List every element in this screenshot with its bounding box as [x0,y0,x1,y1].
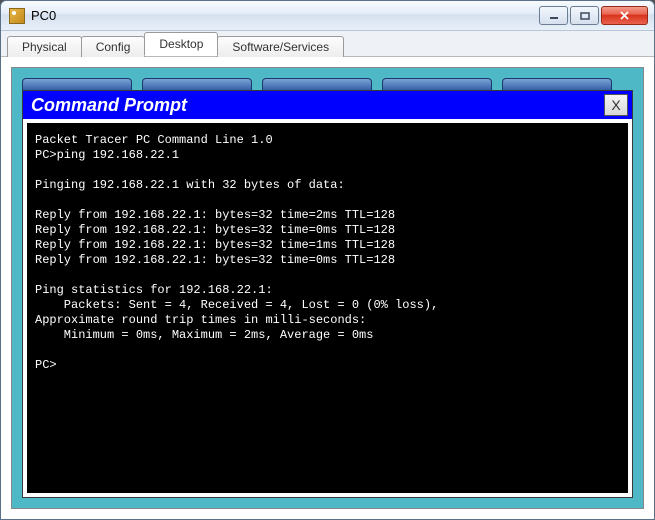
maximize-button[interactable] [570,6,599,25]
command-prompt-title: Command Prompt [31,95,604,116]
tab-software-services[interactable]: Software/Services [217,36,344,57]
window-titlebar[interactable]: PC0 [1,1,654,31]
minimize-icon [549,12,559,20]
desktop-background: Command Prompt X Packet Tracer PC Comman… [11,67,644,509]
minimize-button[interactable] [539,6,568,25]
tab-desktop[interactable]: Desktop [144,32,218,56]
command-prompt-window: Command Prompt X Packet Tracer PC Comman… [22,90,633,498]
tab-strip: Physical Config Desktop Software/Service… [1,31,654,57]
app-icon [9,8,25,24]
maximize-icon [580,12,590,20]
terminal-output[interactable]: Packet Tracer PC Command Line 1.0 PC>pin… [27,123,628,493]
command-prompt-close-button[interactable]: X [604,94,628,116]
command-prompt-titlebar[interactable]: Command Prompt X [23,91,632,119]
window-title: PC0 [31,8,539,23]
tab-config[interactable]: Config [81,36,146,57]
app-window: PC0 Physical Config Desktop Software/Ser… [0,0,655,520]
window-controls [539,6,648,25]
close-icon [619,11,630,20]
close-button[interactable] [601,6,648,25]
content-area: Command Prompt X Packet Tracer PC Comman… [1,57,654,519]
tab-physical[interactable]: Physical [7,36,82,57]
